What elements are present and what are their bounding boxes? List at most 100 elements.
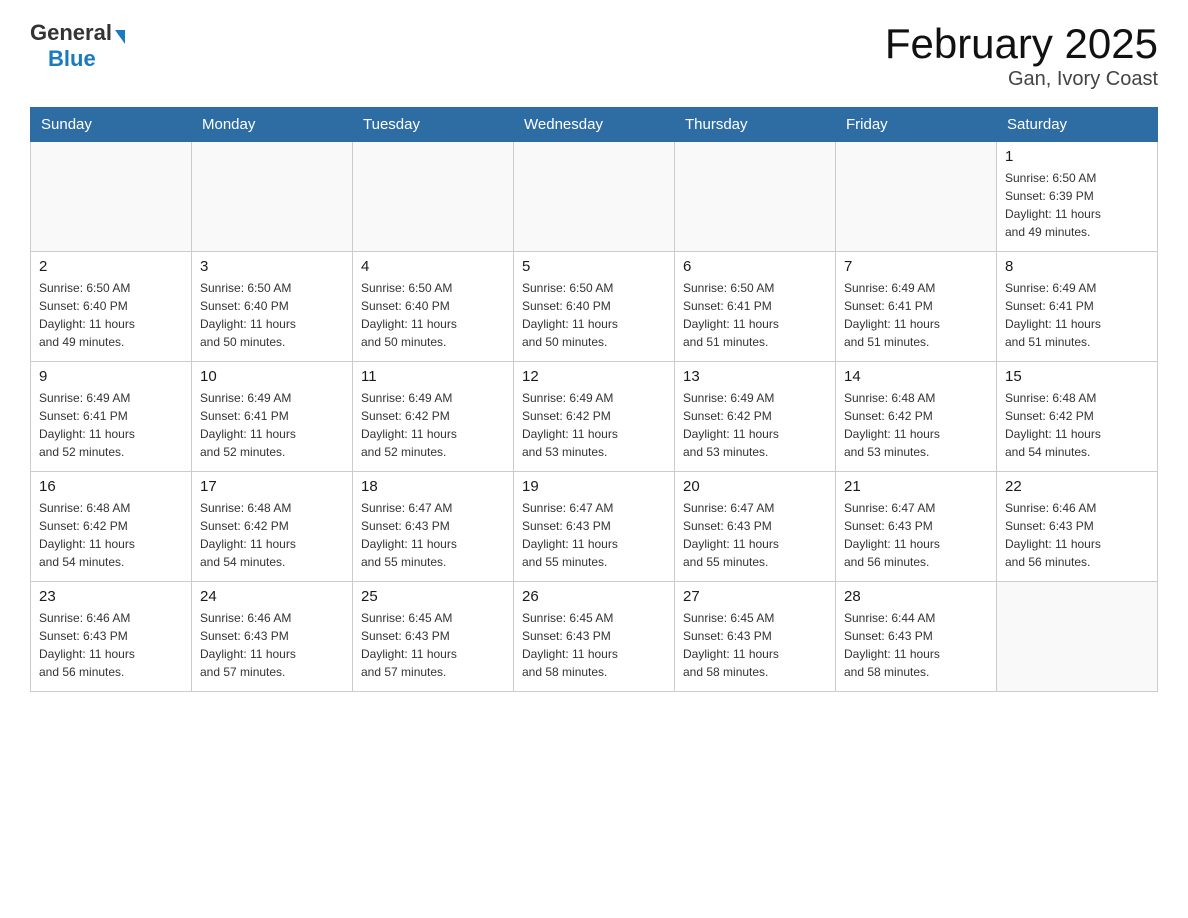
- weekday-header-thursday: Thursday: [675, 108, 836, 142]
- day-number: 22: [1005, 478, 1149, 495]
- day-info: Sunrise: 6:47 AM Sunset: 6:43 PM Dayligh…: [522, 499, 666, 571]
- weekday-header-monday: Monday: [192, 108, 353, 142]
- calendar-cell: [192, 142, 353, 252]
- weekday-header-saturday: Saturday: [997, 108, 1158, 142]
- day-info: Sunrise: 6:45 AM Sunset: 6:43 PM Dayligh…: [522, 609, 666, 681]
- calendar-cell: 26 Sunrise: 6:45 AM Sunset: 6:43 PM Dayli…: [514, 582, 675, 692]
- calendar-cell: 25 Sunrise: 6:45 AM Sunset: 6:43 PM Dayli…: [353, 582, 514, 692]
- calendar-cell: 27 Sunrise: 6:45 AM Sunset: 6:43 PM Dayli…: [675, 582, 836, 692]
- calendar-table: SundayMondayTuesdayWednesdayThursdayFrid…: [30, 107, 1158, 692]
- calendar-cell: [997, 582, 1158, 692]
- day-info: Sunrise: 6:48 AM Sunset: 6:42 PM Dayligh…: [1005, 389, 1149, 461]
- calendar-week-row: 2 Sunrise: 6:50 AM Sunset: 6:40 PM Daylig…: [31, 252, 1158, 362]
- logo: General Blue: [30, 20, 125, 72]
- day-info: Sunrise: 6:49 AM Sunset: 6:42 PM Dayligh…: [683, 389, 827, 461]
- weekday-header-wednesday: Wednesday: [514, 108, 675, 142]
- day-info: Sunrise: 6:46 AM Sunset: 6:43 PM Dayligh…: [1005, 499, 1149, 571]
- calendar-cell: 5 Sunrise: 6:50 AM Sunset: 6:40 PM Daylig…: [514, 252, 675, 362]
- title-block: February 2025 Gan, Ivory Coast: [885, 20, 1158, 91]
- day-number: 18: [361, 478, 505, 495]
- day-info: Sunrise: 6:45 AM Sunset: 6:43 PM Dayligh…: [361, 609, 505, 681]
- day-info: Sunrise: 6:46 AM Sunset: 6:43 PM Dayligh…: [39, 609, 183, 681]
- day-info: Sunrise: 6:44 AM Sunset: 6:43 PM Dayligh…: [844, 609, 988, 681]
- day-number: 19: [522, 478, 666, 495]
- day-number: 5: [522, 258, 666, 275]
- day-number: 27: [683, 588, 827, 605]
- day-number: 6: [683, 258, 827, 275]
- day-number: 10: [200, 368, 344, 385]
- weekday-header-sunday: Sunday: [31, 108, 192, 142]
- logo-blue-text: Blue: [48, 46, 96, 72]
- day-info: Sunrise: 6:50 AM Sunset: 6:40 PM Dayligh…: [200, 279, 344, 351]
- calendar-week-row: 16 Sunrise: 6:48 AM Sunset: 6:42 PM Dayli…: [31, 472, 1158, 582]
- calendar-cell: 14 Sunrise: 6:48 AM Sunset: 6:42 PM Dayli…: [836, 362, 997, 472]
- calendar-cell: [31, 142, 192, 252]
- calendar-week-row: 1 Sunrise: 6:50 AM Sunset: 6:39 PM Daylig…: [31, 142, 1158, 252]
- day-info: Sunrise: 6:49 AM Sunset: 6:41 PM Dayligh…: [200, 389, 344, 461]
- day-number: 8: [1005, 258, 1149, 275]
- calendar-cell: 15 Sunrise: 6:48 AM Sunset: 6:42 PM Dayli…: [997, 362, 1158, 472]
- day-info: Sunrise: 6:48 AM Sunset: 6:42 PM Dayligh…: [39, 499, 183, 571]
- day-info: Sunrise: 6:50 AM Sunset: 6:40 PM Dayligh…: [522, 279, 666, 351]
- day-number: 11: [361, 368, 505, 385]
- calendar-cell: 2 Sunrise: 6:50 AM Sunset: 6:40 PM Daylig…: [31, 252, 192, 362]
- day-info: Sunrise: 6:48 AM Sunset: 6:42 PM Dayligh…: [844, 389, 988, 461]
- day-number: 2: [39, 258, 183, 275]
- calendar-cell: [836, 142, 997, 252]
- calendar-cell: 24 Sunrise: 6:46 AM Sunset: 6:43 PM Dayli…: [192, 582, 353, 692]
- day-info: Sunrise: 6:49 AM Sunset: 6:42 PM Dayligh…: [361, 389, 505, 461]
- calendar-cell: [514, 142, 675, 252]
- day-info: Sunrise: 6:47 AM Sunset: 6:43 PM Dayligh…: [844, 499, 988, 571]
- day-info: Sunrise: 6:47 AM Sunset: 6:43 PM Dayligh…: [683, 499, 827, 571]
- day-info: Sunrise: 6:49 AM Sunset: 6:41 PM Dayligh…: [844, 279, 988, 351]
- calendar-cell: 7 Sunrise: 6:49 AM Sunset: 6:41 PM Daylig…: [836, 252, 997, 362]
- calendar-cell: 4 Sunrise: 6:50 AM Sunset: 6:40 PM Daylig…: [353, 252, 514, 362]
- day-info: Sunrise: 6:49 AM Sunset: 6:41 PM Dayligh…: [39, 389, 183, 461]
- day-number: 14: [844, 368, 988, 385]
- calendar-cell: 19 Sunrise: 6:47 AM Sunset: 6:43 PM Dayli…: [514, 472, 675, 582]
- logo-triangle-icon: [115, 30, 125, 44]
- day-info: Sunrise: 6:50 AM Sunset: 6:40 PM Dayligh…: [39, 279, 183, 351]
- day-info: Sunrise: 6:50 AM Sunset: 6:39 PM Dayligh…: [1005, 169, 1149, 241]
- calendar-cell: 18 Sunrise: 6:47 AM Sunset: 6:43 PM Dayli…: [353, 472, 514, 582]
- calendar-cell: 10 Sunrise: 6:49 AM Sunset: 6:41 PM Dayli…: [192, 362, 353, 472]
- day-number: 13: [683, 368, 827, 385]
- calendar-cell: 28Sunrise: 6:44 AM Sunset: 6:43 PM Dayli…: [836, 582, 997, 692]
- day-number: 1: [1005, 148, 1149, 165]
- page-header: General Blue February 2025 Gan, Ivory Co…: [30, 20, 1158, 91]
- calendar-cell: 23Sunrise: 6:46 AM Sunset: 6:43 PM Dayli…: [31, 582, 192, 692]
- day-number: 15: [1005, 368, 1149, 385]
- calendar-week-row: 23Sunrise: 6:46 AM Sunset: 6:43 PM Dayli…: [31, 582, 1158, 692]
- day-info: Sunrise: 6:49 AM Sunset: 6:41 PM Dayligh…: [1005, 279, 1149, 351]
- calendar-cell: 21 Sunrise: 6:47 AM Sunset: 6:43 PM Dayli…: [836, 472, 997, 582]
- calendar-cell: 3Sunrise: 6:50 AM Sunset: 6:40 PM Daylig…: [192, 252, 353, 362]
- day-number: 26: [522, 588, 666, 605]
- day-info: Sunrise: 6:50 AM Sunset: 6:41 PM Dayligh…: [683, 279, 827, 351]
- calendar-cell: 12Sunrise: 6:49 AM Sunset: 6:42 PM Dayli…: [514, 362, 675, 472]
- calendar-cell: 16 Sunrise: 6:48 AM Sunset: 6:42 PM Dayli…: [31, 472, 192, 582]
- day-info: Sunrise: 6:48 AM Sunset: 6:42 PM Dayligh…: [200, 499, 344, 571]
- calendar-cell: 1 Sunrise: 6:50 AM Sunset: 6:39 PM Daylig…: [997, 142, 1158, 252]
- calendar-cell: 11 Sunrise: 6:49 AM Sunset: 6:42 PM Dayli…: [353, 362, 514, 472]
- day-number: 7: [844, 258, 988, 275]
- day-info: Sunrise: 6:50 AM Sunset: 6:40 PM Dayligh…: [361, 279, 505, 351]
- weekday-header-friday: Friday: [836, 108, 997, 142]
- day-info: Sunrise: 6:47 AM Sunset: 6:43 PM Dayligh…: [361, 499, 505, 571]
- day-info: Sunrise: 6:46 AM Sunset: 6:43 PM Dayligh…: [200, 609, 344, 681]
- calendar-cell: 8 Sunrise: 6:49 AM Sunset: 6:41 PM Daylig…: [997, 252, 1158, 362]
- calendar-cell: 6 Sunrise: 6:50 AM Sunset: 6:41 PM Daylig…: [675, 252, 836, 362]
- calendar-cell: 13 Sunrise: 6:49 AM Sunset: 6:42 PM Dayli…: [675, 362, 836, 472]
- calendar-cell: 20Sunrise: 6:47 AM Sunset: 6:43 PM Dayli…: [675, 472, 836, 582]
- calendar-subtitle: Gan, Ivory Coast: [885, 68, 1158, 91]
- day-number: 4: [361, 258, 505, 275]
- day-number: 25: [361, 588, 505, 605]
- calendar-title: February 2025: [885, 20, 1158, 68]
- day-number: 16: [39, 478, 183, 495]
- logo-general-text: General: [30, 20, 112, 46]
- day-number: 21: [844, 478, 988, 495]
- day-number: 24: [200, 588, 344, 605]
- day-number: 12: [522, 368, 666, 385]
- day-number: 9: [39, 368, 183, 385]
- calendar-header: SundayMondayTuesdayWednesdayThursdayFrid…: [31, 108, 1158, 142]
- day-info: Sunrise: 6:45 AM Sunset: 6:43 PM Dayligh…: [683, 609, 827, 681]
